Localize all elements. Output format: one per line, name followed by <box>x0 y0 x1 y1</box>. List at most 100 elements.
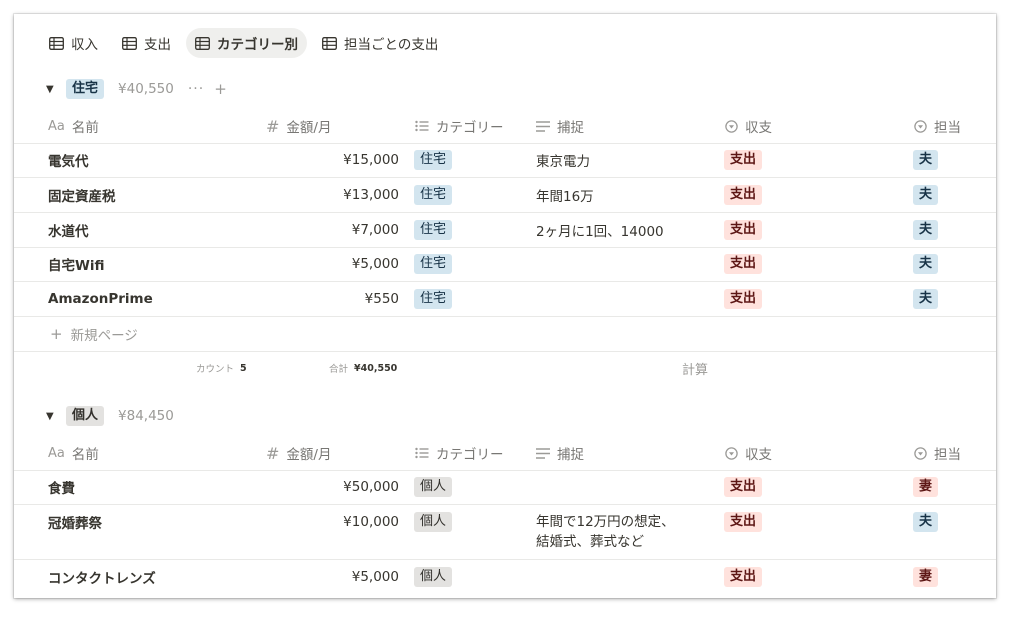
type-tag: 支出 <box>724 477 763 497</box>
group-header-housing: ▼ 住宅 ¥40,550 ··· + <box>46 78 227 100</box>
caret-down-icon[interactable]: ▼ <box>46 84 58 95</box>
cell-amount: ¥7,000 <box>351 222 399 238</box>
column-header-name[interactable]: Aa 名前 <box>48 436 99 470</box>
count-value: 5 <box>240 362 247 374</box>
column-header-category[interactable]: カテゴリー <box>415 109 504 143</box>
cell-owner: 夫 <box>913 213 939 247</box>
cell-type: 支出 <box>724 213 763 247</box>
select-property-icon <box>725 446 738 460</box>
cell-name: 食費 <box>48 481 75 497</box>
cell-name: 水道代 <box>48 224 89 240</box>
column-label: 名前 <box>71 120 99 136</box>
category-tag: 個人 <box>414 477 453 497</box>
tab-label: 収入 <box>71 37 98 53</box>
lines-property-icon <box>536 447 550 459</box>
column-header-owner[interactable]: 担当 <box>914 436 961 470</box>
cell-owner: 妻 <box>913 560 939 594</box>
table-row[interactable]: 水道代 ¥7,000 住宅 2ヶ月に1回、14000 支出 夫 <box>14 213 996 248</box>
type-tag: 支出 <box>724 254 763 274</box>
cell-name: コンタクトレンズ <box>48 571 156 587</box>
tab-income[interactable]: 収入 <box>40 28 107 58</box>
table-header: Aa 名前 # 金額/月 カテゴリー 捕捉 収支 担当 <box>14 436 996 471</box>
column-label: 担当 <box>934 447 961 463</box>
cell-amount: ¥5,000 <box>351 256 399 272</box>
table-row[interactable]: 冠婚葬祭 ¥10,000 個人 年間で12万円の想定、 結婚式、葬式など 支出 … <box>14 505 996 560</box>
cell-owner: 夫 <box>913 282 939 316</box>
column-label: 名前 <box>71 447 99 463</box>
category-tag: 住宅 <box>414 254 453 274</box>
type-tag: 支出 <box>724 185 763 205</box>
table-icon <box>322 36 337 50</box>
tab-expense-by-owner[interactable]: 担当ごとの支出 <box>313 28 447 58</box>
table-row[interactable]: コンタクトレンズ ¥5,000 個人 支出 妻 <box>14 560 996 594</box>
group-header-personal: ▼ 個人 ¥84,450 <box>46 405 174 427</box>
plus-icon[interactable]: + <box>214 80 227 98</box>
column-label: 捕捉 <box>557 120 584 136</box>
text-property-icon: Aa <box>48 445 65 461</box>
caret-down-icon[interactable]: ▼ <box>46 411 58 422</box>
cell-category: 住宅 <box>414 178 453 212</box>
table-row[interactable]: AmazonPrime ¥550 住宅 支出 夫 <box>14 282 996 317</box>
cell-type: 支出 <box>724 178 763 212</box>
column-header-note[interactable]: 捕捉 <box>536 436 584 470</box>
new-page-button[interactable]: + 新規ページ <box>50 317 138 351</box>
lines-property-icon <box>536 120 550 132</box>
cell-name: AmazonPrime <box>48 291 153 307</box>
tab-expense[interactable]: 支出 <box>113 28 180 58</box>
column-header-owner[interactable]: 担当 <box>914 109 961 143</box>
owner-tag: 夫 <box>913 254 939 274</box>
table-row[interactable]: 固定資産税 ¥13,000 住宅 年間16万 支出 夫 <box>14 178 996 213</box>
table-header: Aa 名前 # 金額/月 カテゴリー 捕捉 収支 担当 <box>14 109 996 144</box>
group-tag: 住宅 <box>66 79 105 99</box>
column-label: 収支 <box>745 447 772 463</box>
column-header-amount[interactable]: # 金額/月 <box>266 436 331 470</box>
category-tag: 住宅 <box>414 150 453 170</box>
column-header-type[interactable]: 収支 <box>725 109 772 143</box>
column-header-name[interactable]: Aa 名前 <box>48 109 99 143</box>
select-property-icon <box>914 119 927 133</box>
table-row[interactable]: 自宅Wifi ¥5,000 住宅 支出 夫 <box>14 247 996 282</box>
cell-category: 個人 <box>414 560 453 594</box>
column-header-category[interactable]: カテゴリー <box>415 436 504 470</box>
cell-amount: ¥5,000 <box>351 569 399 585</box>
type-tag: 支出 <box>724 150 763 170</box>
cell-category: 個人 <box>414 470 453 504</box>
owner-tag: 夫 <box>913 220 939 240</box>
cell-category: 住宅 <box>414 247 453 281</box>
cell-type: 支出 <box>724 560 763 594</box>
tab-by-category[interactable]: カテゴリー別 <box>186 28 307 58</box>
column-label: 金額/月 <box>286 120 332 136</box>
column-header-amount[interactable]: # 金額/月 <box>266 109 331 143</box>
select-property-icon <box>725 119 738 133</box>
category-tag: 個人 <box>414 512 453 532</box>
count-label: カウント <box>196 364 235 375</box>
owner-tag: 夫 <box>913 185 939 205</box>
new-page-row: + 新規ページ <box>14 317 996 352</box>
list-property-icon <box>415 447 429 459</box>
owner-tag: 夫 <box>913 512 939 532</box>
view-tabs: 収入 支出 カテゴリー別 担当ごとの支出 <box>40 27 447 59</box>
table-row[interactable]: 電気代 ¥15,000 住宅 東京電力 支出 夫 <box>14 143 996 178</box>
count-aggregate[interactable]: カウント 5 <box>196 352 247 384</box>
cell-amount: ¥15,000 <box>343 152 399 168</box>
cell-name: 自宅Wifi <box>48 258 105 274</box>
owner-tag: 夫 <box>913 150 939 170</box>
cell-amount: ¥550 <box>364 291 399 307</box>
more-icon[interactable]: ··· <box>188 81 204 97</box>
table-row[interactable]: 食費 ¥50,000 個人 支出 妻 <box>14 470 996 505</box>
sum-value: ¥40,550 <box>354 362 398 374</box>
column-header-type[interactable]: 収支 <box>725 436 772 470</box>
cell-type: 支出 <box>724 247 763 281</box>
owner-tag: 夫 <box>913 289 939 309</box>
cell-name: 固定資産税 <box>48 189 116 205</box>
sum-aggregate[interactable]: 合計 ¥40,550 <box>329 352 397 384</box>
number-property-icon: # <box>266 443 280 463</box>
table-icon <box>49 36 64 50</box>
group-footer: カウント 5 合計 ¥40,550 計算 <box>14 352 996 384</box>
text-property-icon: Aa <box>48 118 65 134</box>
column-header-note[interactable]: 捕捉 <box>536 109 584 143</box>
cell-category: 住宅 <box>414 143 453 177</box>
cell-category: 住宅 <box>414 282 453 316</box>
calculate-button[interactable]: 計算 <box>682 352 708 384</box>
owner-tag: 妻 <box>913 477 939 497</box>
